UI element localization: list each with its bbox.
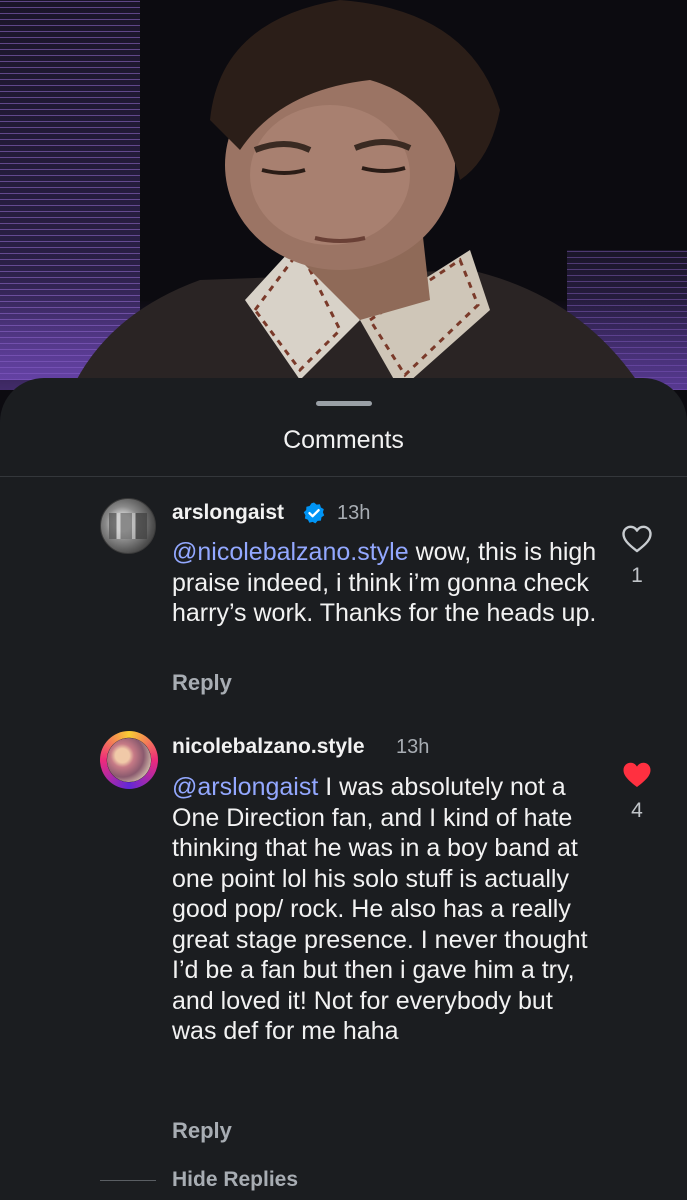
avatar-with-story-ring[interactable] [100,731,158,789]
reply-button[interactable]: Reply [172,1118,232,1144]
mention-link[interactable]: @arslongaist [172,773,318,801]
hide-replies-line [100,1180,156,1181]
reply-button[interactable]: Reply [172,670,232,696]
mention-link[interactable]: @nicolebalzano.style [172,538,409,566]
heart-filled-icon[interactable] [621,760,653,790]
verified-badge-icon [303,502,325,524]
comment-body: @nicolebalzano.style wow, this is high p… [172,537,602,629]
like-count: 1 [631,564,643,587]
video-background [0,0,687,420]
comment-body: @arslongaist I was absolutely not a One … [172,772,602,1047]
divider [0,476,687,477]
comment-username[interactable]: nicolebalzano.style [172,735,365,759]
sheet-title: Comments [283,426,404,454]
avatar-image [107,738,151,782]
video-person-figure [60,0,660,420]
like-count: 4 [631,799,643,822]
avatar-image [109,513,147,539]
comment-timestamp: 13h [396,736,430,758]
avatar[interactable] [100,498,156,554]
comment-text: I was absolutely not a One Direction fan… [172,773,588,1045]
comment-username[interactable]: arslongaist [172,501,284,525]
hide-replies-button[interactable]: Hide Replies [172,1168,298,1192]
drag-handle[interactable] [316,401,372,406]
heart-outline-icon[interactable] [621,524,653,554]
comment-timestamp: 13h [337,502,371,524]
